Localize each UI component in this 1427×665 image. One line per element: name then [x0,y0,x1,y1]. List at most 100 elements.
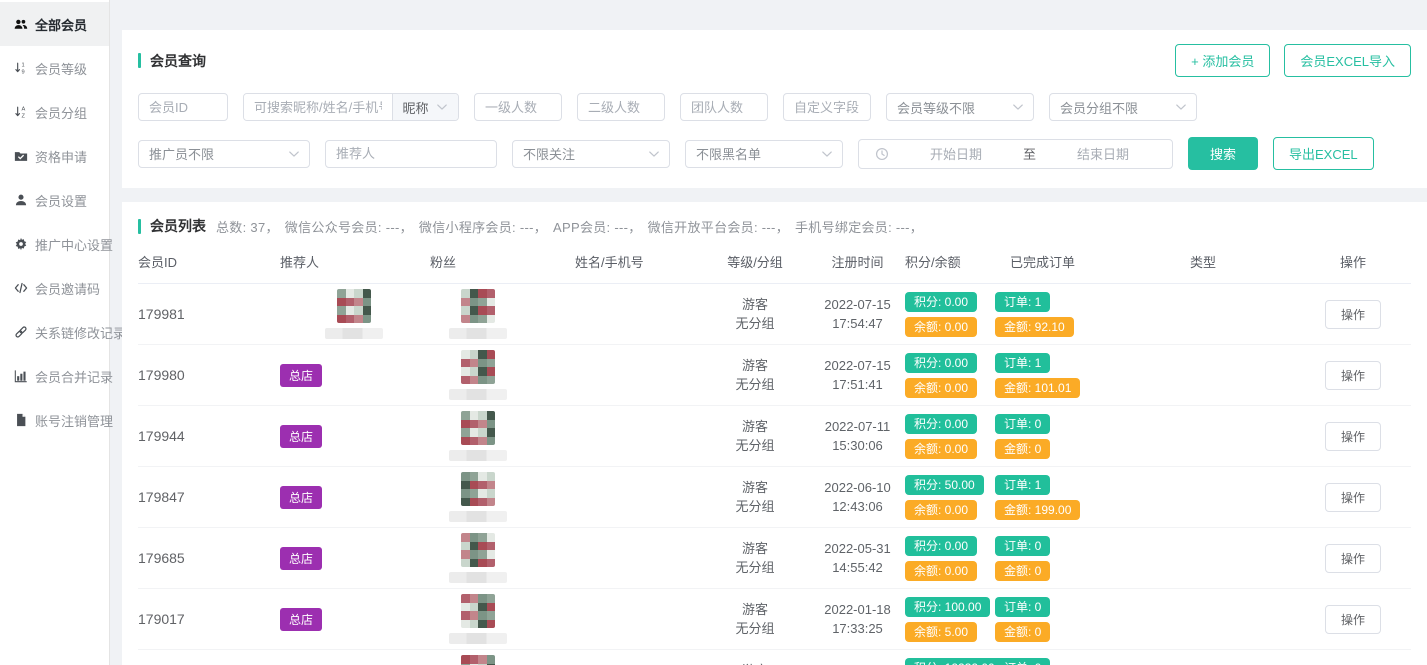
level-group-cell: 游客无分组 [700,478,810,516]
sort-numeric-icon: 19 [13,61,28,76]
level-group-cell: 游客无分组 [700,295,810,333]
orders-badge: 订单: 1 [995,353,1050,373]
register-date-range-picker[interactable]: 开始日期 至 结束日期 [858,139,1173,169]
action-cell: 操作 [1295,361,1411,390]
query-header-actions: + 添加会员 会员EXCEL导入 [1175,44,1411,77]
date-separator: 至 [1023,144,1036,163]
search-button[interactable]: 搜索 [1188,137,1258,170]
code-icon [13,281,28,296]
svg-text:1: 1 [21,63,24,69]
sidebar: 全部会员19会员等级AZ会员分组资格申请会员设置推广中心设置会员邀请码关系链修改… [0,0,110,665]
points-balance-cell: 积分: 12232.00余额: 0.00 [905,658,995,665]
level-group-cell: 游客无分组 [700,417,810,455]
date-end-placeholder: 结束日期 [1044,144,1162,163]
points-badge: 积分: 0.00 [905,353,977,373]
blurred-nickname [449,389,507,400]
blurred-user [322,289,386,339]
chevron-down-icon [820,147,834,161]
export-excel-button[interactable]: 导出EXCEL [1273,137,1374,170]
query-title: 会员查询 [138,51,206,71]
sidebar-item-user[interactable]: 会员设置 [0,178,109,222]
folder-check-icon [13,149,28,164]
points-balance-cell: 积分: 100.00余额: 5.00 [905,597,995,642]
referrer-input[interactable] [325,140,497,168]
blurred-user [446,533,510,583]
member-group: 无分组 [700,497,810,516]
sidebar-item-sort-numeric[interactable]: 19会员等级 [0,46,109,90]
sidebar-item-sort-alpha[interactable]: AZ会员分组 [0,90,109,134]
register-time-cell: 2021-12-1614:28:00 [810,661,905,665]
register-time: 17:33:25 [810,619,905,638]
sidebar-item-label: 账号注销管理 [35,411,113,430]
sidebar-item-code[interactable]: 会员邀请码 [0,266,109,310]
sidebar-item-link[interactable]: 关系链修改记录 [0,310,109,354]
sidebar-item-label: 会员分组 [35,103,87,122]
orders-badge: 订单: 0 [995,597,1050,617]
referrer-store-badge: 总店 [280,364,322,387]
keyword-type-select[interactable]: 昵称 [392,94,458,120]
register-date: 2022-05-31 [810,539,905,558]
row-action-button[interactable]: 操作 [1325,605,1381,634]
sidebar-item-label: 会员合并记录 [35,367,113,386]
points-balance-cell: 积分: 0.00余额: 0.00 [905,292,995,337]
date-start-placeholder: 开始日期 [897,144,1015,163]
level2-count-input[interactable] [577,93,665,121]
action-cell: 操作 [1295,300,1411,329]
register-time-cell: 2022-07-1517:54:47 [810,295,905,333]
row-action-button[interactable]: 操作 [1325,422,1381,451]
excel-import-button[interactable]: 会员EXCEL导入 [1284,44,1411,77]
sidebar-item-bar-chart[interactable]: 会员合并记录 [0,354,109,398]
promoter-select[interactable]: 推广员不限 [138,140,310,168]
row-action-button[interactable]: 操作 [1325,483,1381,512]
level-group-cell: 游客无分组 [700,661,810,665]
member-row: 179685总店游客无分组2022-05-3114:55:42积分: 0.00余… [138,528,1411,589]
row-action-button[interactable]: 操作 [1325,300,1381,329]
sidebar-item-file[interactable]: 账号注销管理 [0,398,109,442]
custom-field-input[interactable] [783,93,871,121]
register-time-cell: 2022-01-1817:33:25 [810,600,905,638]
sidebar-item-users[interactable]: 全部会员 [0,2,109,46]
stat-item: 微信开放平台会员: ---， [648,220,789,235]
amount-badge: 金额: 92.10 [995,317,1074,337]
register-date: 2022-07-15 [810,295,905,314]
column-header: 等级/分组 [700,252,810,271]
list-title-text: 会员列表 [150,216,206,236]
chevron-down-icon [435,100,449,114]
svg-text:9: 9 [21,69,24,75]
keyword-input[interactable] [244,94,392,120]
points-badge: 积分: 0.00 [905,414,977,434]
orders-badge: 订单: 1 [995,292,1050,312]
member-level: 游客 [700,539,810,558]
member-id: 179981 [138,306,280,322]
pixelated-avatar [461,411,495,445]
row-action-button[interactable]: 操作 [1325,544,1381,573]
sidebar-item-gear[interactable]: 推广中心设置 [0,222,109,266]
column-header: 已完成订单 [995,252,1175,271]
follow-select[interactable]: 不限关注 [512,140,670,168]
member-group-select[interactable]: 会员分组不限 [1049,93,1197,121]
level-group-cell: 游客无分组 [700,600,810,638]
sidebar-item-label: 推广中心设置 [35,235,113,254]
blacklist-select[interactable]: 不限黑名单 [685,140,843,168]
points-balance-cell: 积分: 0.00余额: 0.00 [905,414,995,459]
member-list-panel: 会员列表 总数: 37，微信公众号会员: ---，微信小程序会员: ---，AP… [122,202,1427,665]
member-id-input[interactable] [138,93,228,121]
orders-cell: 订单: 0金额: 0 [995,414,1175,459]
member-level-select[interactable]: 会员等级不限 [886,93,1034,121]
referrer-store-badge: 总店 [280,608,322,631]
balance-badge: 余额: 0.00 [905,561,977,581]
svg-text:A: A [21,107,25,113]
stat-item: 微信公众号会员: ---， [285,220,413,235]
orders-cell: 订单: 1金额: 101.01 [995,353,1175,398]
referrer-cell: 总店 [280,608,430,631]
sidebar-item-folder-check[interactable]: 资格申请 [0,134,109,178]
row-action-button[interactable]: 操作 [1325,361,1381,390]
level1-count-input[interactable] [474,93,562,121]
member-row: 179980总店游客无分组2022-07-1517:51:41积分: 0.00余… [138,345,1411,406]
points-balance-cell: 积分: 0.00余额: 0.00 [905,536,995,581]
member-row: 179847总店游客无分组2022-06-1012:43:06积分: 50.00… [138,467,1411,528]
stat-item: APP会员: ---， [553,220,642,235]
team-count-input[interactable] [680,93,768,121]
add-member-button[interactable]: + 添加会员 [1175,44,1270,77]
points-balance-cell: 积分: 0.00余额: 0.00 [905,353,995,398]
